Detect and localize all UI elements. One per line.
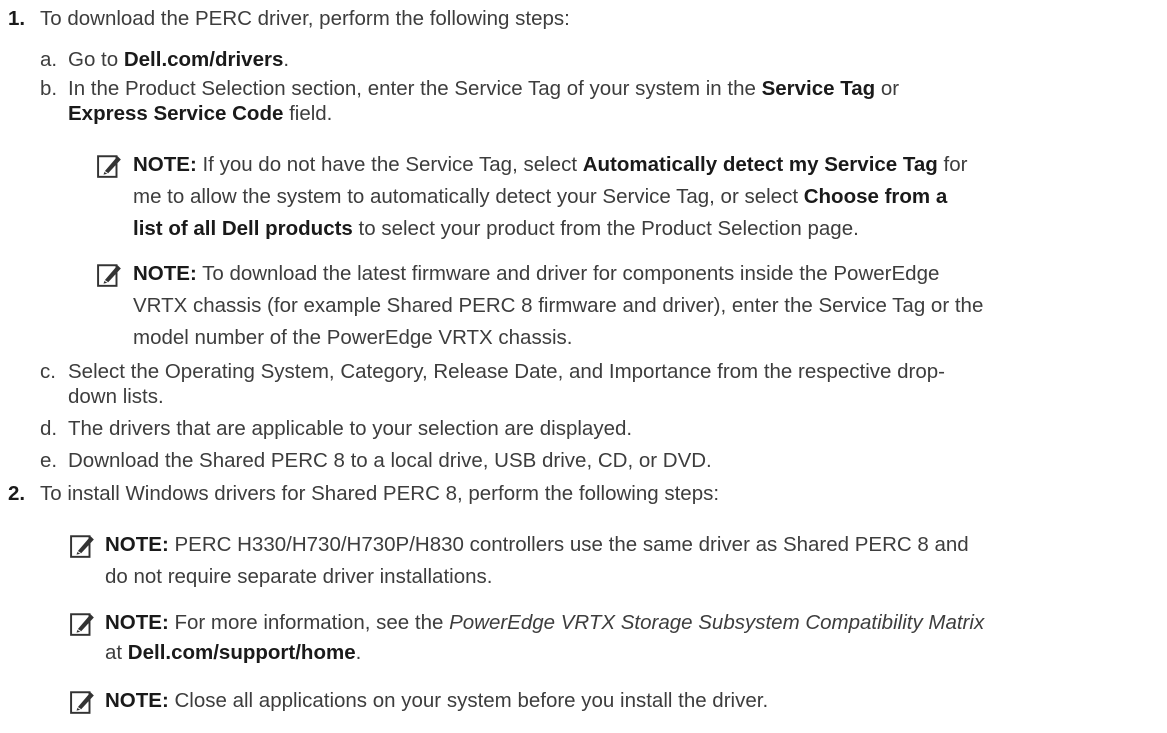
step-1c-letter: c. — [40, 360, 56, 383]
step-1b-line-2: Express Service Code field. — [68, 102, 333, 125]
note-pencil-icon — [70, 535, 94, 558]
step-1e-letter: e. — [40, 449, 58, 472]
step-2-note-1-line-1: NOTE: PERC H330/H730/H730P/H830 controll… — [105, 533, 969, 556]
dell-support-link: Dell.com/support/home — [127, 641, 356, 664]
step-1e-text: Download the Shared PERC 8 to a local dr… — [68, 449, 712, 472]
note-pencil-icon — [70, 691, 94, 714]
step-1d-letter: d. — [40, 417, 58, 440]
step-2-note-3-line-1: NOTE: Close all applications on your sys… — [105, 689, 769, 712]
step-1b-letter: b. — [40, 77, 58, 100]
step-1-number: 1. — [8, 7, 26, 30]
step-1d-text: The drivers that are applicable to your … — [68, 417, 633, 440]
step-1a-text: Go to Dell.com/drivers. — [68, 48, 290, 71]
step-1-note-2-line-3: model number of the PowerEdge VRTX chass… — [133, 326, 573, 349]
step-2-intro: To install Windows drivers for Shared PE… — [40, 482, 720, 505]
step-2-number: 2. — [8, 482, 26, 505]
note-pencil-icon — [97, 155, 121, 178]
step-2-note-2-line-2: at Dell.com/support/home. — [105, 641, 362, 664]
dell-drivers-link: Dell.com/drivers — [123, 48, 284, 71]
step-1-note-1-line-3: list of all Dell products to select your… — [133, 217, 859, 240]
step-1-note-2-line-1: NOTE: To download the latest firmware an… — [133, 262, 940, 285]
step-2-note-1-line-2: do not require separate driver installat… — [105, 565, 493, 588]
note-pencil-icon — [97, 264, 121, 287]
step-2-note-2-line-1: NOTE: For more information, see the Powe… — [105, 611, 985, 634]
step-1-intro: To download the PERC driver, perform the… — [40, 7, 570, 30]
step-1c-line-1: Select the Operating System, Category, R… — [68, 360, 945, 383]
step-1c-line-2: down lists. — [68, 385, 164, 408]
step-1a-letter: a. — [40, 48, 58, 71]
note-pencil-icon — [70, 613, 94, 636]
step-1-note-2-line-2: VRTX chassis (for example Shared PERC 8 … — [133, 294, 984, 317]
step-1-note-1-line-2: me to allow the system to automatically … — [133, 185, 948, 208]
step-1-note-1-line-1: NOTE: If you do not have the Service Tag… — [133, 153, 968, 176]
